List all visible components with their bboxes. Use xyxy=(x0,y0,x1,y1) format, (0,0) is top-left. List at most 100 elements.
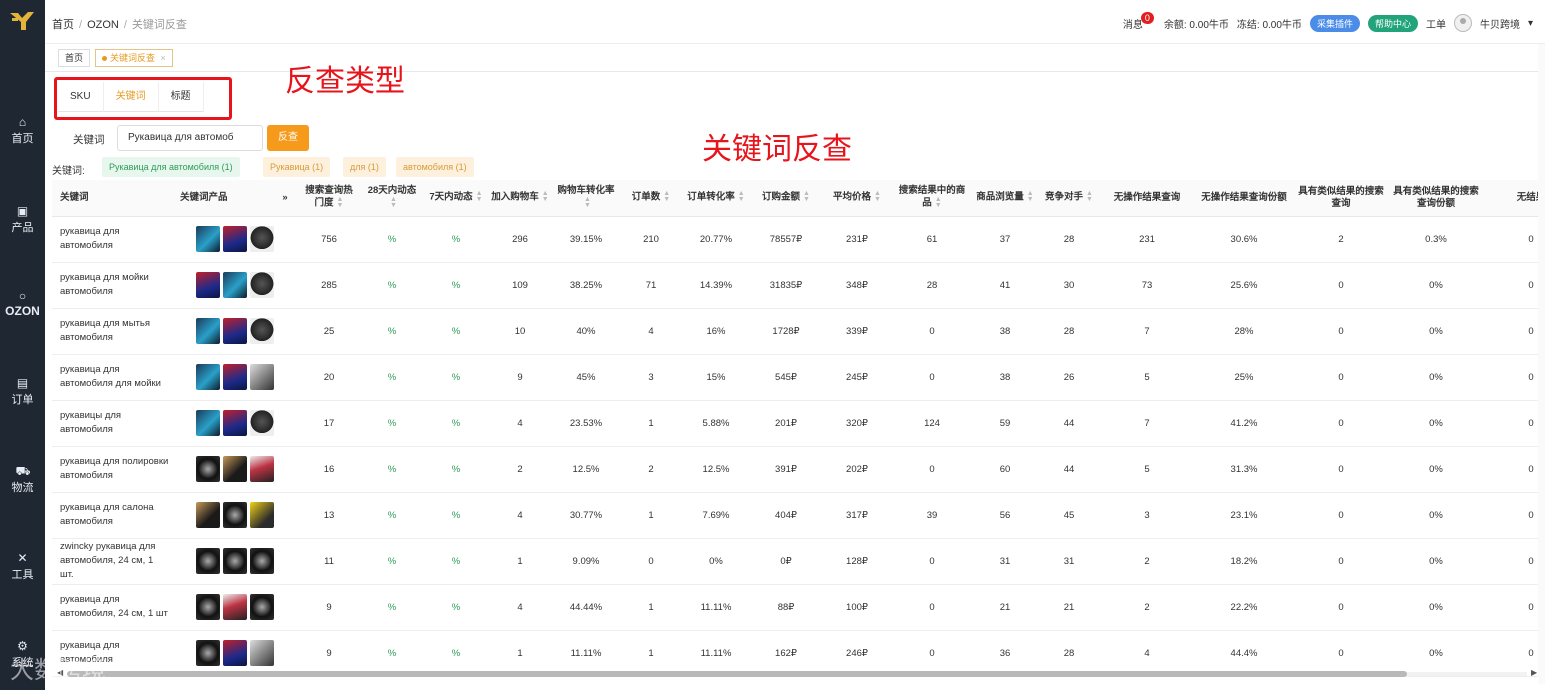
table-row[interactable]: рукавица для мойки автомобиля 285%% 109 38.… xyxy=(52,262,1545,309)
product-thumbnail[interactable] xyxy=(196,502,220,528)
keyword-chip[interactable]: Рукавица для автомобиля (1) xyxy=(102,157,240,177)
keyword-cell[interactable]: рукавица для автомобиля для мойки xyxy=(52,354,172,401)
column-header[interactable]: 商品浏览量 ▲ ▼ xyxy=(972,180,1038,217)
product-thumbnail[interactable] xyxy=(223,456,247,482)
product-thumbnail[interactable] xyxy=(250,318,274,344)
sort-icon[interactable]: ▲ ▼ xyxy=(476,190,483,203)
product-thumbnail[interactable] xyxy=(250,548,274,574)
product-thumbnail[interactable] xyxy=(196,364,220,390)
keyword-cell[interactable]: рукавица для мытья автомобиля xyxy=(52,308,172,355)
product-thumbnail[interactable] xyxy=(196,318,220,344)
chevron-down-icon[interactable]: ▾ xyxy=(1528,18,1533,29)
column-header[interactable]: 订单数 ▲ ▼ xyxy=(620,180,682,217)
sidebar-item-5[interactable]: ✕ 工具 xyxy=(0,552,45,582)
column-header[interactable]: 加入购物车 ▲ ▼ xyxy=(488,180,552,217)
sort-icon[interactable]: ▲ ▼ xyxy=(542,190,549,203)
table-row[interactable]: рукавица для автомобиля 756%% 296 39.15% 210… xyxy=(52,216,1545,263)
help-center-button[interactable]: 帮助中心 xyxy=(1367,14,1418,32)
table-row[interactable]: рукавица для автомобиля для мойки 20%% 9 45… xyxy=(52,354,1545,401)
product-thumbnail[interactable] xyxy=(250,226,274,252)
product-thumbnail[interactable] xyxy=(196,272,220,298)
sort-icon[interactable]: ▲ ▼ xyxy=(874,190,881,203)
sort-icon[interactable]: ▲ ▼ xyxy=(663,190,670,203)
product-thumbnail[interactable] xyxy=(250,456,274,482)
page-tab-home[interactable]: 首页 xyxy=(58,49,91,67)
product-thumbnail[interactable] xyxy=(250,640,274,666)
column-header[interactable]: 竞争对手 ▲ ▼ xyxy=(1038,180,1100,217)
product-thumbnail[interactable] xyxy=(250,594,274,620)
product-thumbnail[interactable] xyxy=(223,318,247,344)
plugin-button[interactable]: 采集插件 xyxy=(1309,14,1360,32)
product-thumbnail[interactable] xyxy=(223,410,247,436)
keyword-chip[interactable]: для (1) xyxy=(343,157,386,177)
user-name[interactable]: 牛贝跨境 xyxy=(1480,16,1520,31)
column-header[interactable]: 购物车转化率▲ ▼ xyxy=(552,180,620,217)
table-row[interactable]: zwincky рукавица для автомобиля, 24 см, … xyxy=(52,538,1545,585)
sort-icon[interactable]: ▲ ▼ xyxy=(337,196,344,209)
sidebar-item-2[interactable]: ○ OZON xyxy=(0,290,45,318)
column-header[interactable]: 订购金额 ▲ ▼ xyxy=(750,180,822,217)
column-header[interactable]: 7天内动态 ▲ ▼ xyxy=(424,180,488,217)
lookup-button[interactable]: 反查 xyxy=(267,125,309,151)
product-thumbnail[interactable] xyxy=(250,272,274,298)
sort-icon[interactable]: ▲ ▼ xyxy=(1027,190,1034,203)
product-thumbnail[interactable] xyxy=(223,548,247,574)
table-row[interactable]: рукавица для автомобиля, 24 см, 1 шт 9%% 4… xyxy=(52,584,1545,631)
product-thumbnail[interactable] xyxy=(223,640,247,666)
keyword-cell[interactable]: рукавица для полировки автомобиля xyxy=(52,446,172,493)
product-thumbnail[interactable] xyxy=(196,594,220,620)
column-header[interactable]: 28天内动态▲ ▼ xyxy=(360,180,424,217)
product-thumbnail[interactable] xyxy=(196,226,220,252)
keyword-cell[interactable]: рукавица для салона автомобиля xyxy=(52,492,172,539)
sort-icon[interactable]: ▲ ▼ xyxy=(935,196,942,209)
sidebar-item-3[interactable]: ▤ 订单 xyxy=(0,377,45,407)
keyword-cell[interactable]: рукавица для автомобиля, 24 см, 1 шт xyxy=(52,584,172,631)
product-thumbnail[interactable] xyxy=(223,272,247,298)
keyword-cell[interactable]: рукавица для автомобиля xyxy=(52,216,172,263)
keyword-chip[interactable]: автомобиля (1) xyxy=(396,157,474,177)
keyword-cell[interactable]: рукавица для мойки автомобиля xyxy=(52,262,172,309)
breadcrumb-home[interactable]: 首页 xyxy=(52,19,74,31)
sort-icon[interactable]: ▲ ▼ xyxy=(390,196,397,209)
product-thumbnail[interactable] xyxy=(223,364,247,390)
sort-icon[interactable]: ▲ ▼ xyxy=(1086,190,1093,203)
column-header[interactable]: 搜索结果中的商品 ▲ ▼ xyxy=(892,180,972,217)
scroll-right-icon[interactable]: ▶ xyxy=(1531,668,1537,677)
table-row[interactable]: рукавицы для автомобиля 17%% 4 23.53% 1 5.88%… xyxy=(52,400,1545,447)
messages-link[interactable]: 消息0 xyxy=(1123,11,1156,31)
sidebar-item-1[interactable]: ▣ 产品 xyxy=(0,205,45,235)
product-thumbnail[interactable] xyxy=(250,502,274,528)
ticket-link[interactable]: 工单 xyxy=(1426,16,1446,31)
sort-icon[interactable]: ▲ ▼ xyxy=(803,190,810,203)
sort-icon[interactable]: ▲ ▼ xyxy=(738,190,745,203)
product-thumbnail[interactable] xyxy=(196,410,220,436)
product-thumbnail[interactable] xyxy=(250,410,274,436)
page-tab-keyword-lookup[interactable]: 关键词反查 × xyxy=(95,49,173,67)
keyword-chip[interactable]: Рукавица (1) xyxy=(263,157,331,177)
product-thumbnail[interactable] xyxy=(196,640,220,666)
product-thumbnail[interactable] xyxy=(223,226,247,252)
close-icon[interactable]: × xyxy=(161,53,166,63)
column-header[interactable]: 平均价格 ▲ ▼ xyxy=(822,180,892,217)
keyword-cell[interactable]: zwincky рукавица для автомобиля, 24 см, … xyxy=(52,538,172,585)
column-header[interactable]: 搜索查询热门度 ▲ ▼ xyxy=(298,180,360,217)
horizontal-scrollbar[interactable]: ◀ ▶ xyxy=(57,668,1537,678)
scrollbar-thumb[interactable] xyxy=(67,671,1407,677)
product-thumbnail[interactable] xyxy=(223,502,247,528)
breadcrumb-ozon[interactable]: OZON xyxy=(87,19,119,31)
vertical-scrollbar[interactable] xyxy=(1538,44,1545,684)
product-thumbnail[interactable] xyxy=(196,456,220,482)
sort-icon[interactable]: ▲ ▼ xyxy=(584,196,591,209)
sidebar-item-4[interactable]: ⛟ 物流 xyxy=(0,465,45,495)
logo-icon[interactable] xyxy=(8,10,36,34)
column-header[interactable]: 订单转化率 ▲ ▼ xyxy=(682,180,750,217)
product-thumbnail[interactable] xyxy=(250,364,274,390)
avatar[interactable] xyxy=(1453,14,1472,32)
product-thumbnail[interactable] xyxy=(196,548,220,574)
table-row[interactable]: рукавица для мытья автомобиля 25%% 10 40% 4 1… xyxy=(52,308,1545,355)
sidebar-item-0[interactable]: ⌂ 首页 xyxy=(0,116,45,146)
table-row[interactable]: рукавица для полировки автомобиля 16%% 2 12… xyxy=(52,446,1545,493)
keyword-input[interactable]: Рукавица для автомоб xyxy=(117,125,263,151)
keyword-cell[interactable]: рукавицы для автомобиля xyxy=(52,400,172,447)
product-thumbnail[interactable] xyxy=(223,594,247,620)
